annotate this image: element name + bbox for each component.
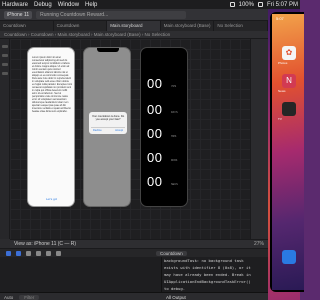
phone-notch bbox=[97, 48, 119, 52]
outline-item[interactable] bbox=[2, 63, 8, 66]
debug-bar: Countdown bbox=[0, 248, 268, 257]
counter-minutes: 00 MINS bbox=[147, 150, 187, 170]
jump-bar[interactable]: Countdown › Countdown › Main.storyboard … bbox=[0, 31, 268, 39]
macos-menu-bar: Hardware Debug Window Help 100% Fri 5:07… bbox=[0, 0, 300, 9]
variables-pane[interactable] bbox=[0, 257, 162, 292]
phone-notch bbox=[154, 48, 176, 52]
menu-clock[interactable]: Fri 5:07 PM bbox=[267, 2, 298, 8]
xcode-toolbar: iPhone 11 Running Countdown Reward... bbox=[0, 9, 268, 21]
counter-value: 00 bbox=[147, 150, 163, 165]
alert-buttons: Decline Accept bbox=[91, 127, 125, 132]
outline-item[interactable] bbox=[2, 72, 8, 75]
alert-decline-button[interactable]: Decline bbox=[93, 129, 102, 132]
scene-info-view[interactable]: Lorem ipsum dolor sit amet consectetur a… bbox=[27, 47, 75, 207]
battery-icon[interactable] bbox=[257, 2, 263, 7]
console-output-selector[interactable]: All Output bbox=[166, 295, 186, 300]
counter-unit: YRS bbox=[171, 85, 177, 88]
menu-debug[interactable]: Debug bbox=[34, 2, 52, 8]
debug-target-label[interactable]: Countdown bbox=[156, 250, 187, 256]
menu-extras: 100% Fri 5:07 PM bbox=[229, 0, 298, 9]
counter-days: 00 DAYS bbox=[147, 102, 187, 122]
scene-alert-view[interactable]: Your countdown is done. Do you accept yo… bbox=[83, 47, 131, 207]
counter-years: 00 YRS bbox=[147, 76, 187, 96]
step-out-icon[interactable] bbox=[56, 250, 61, 256]
counter-unit: HRS bbox=[171, 135, 177, 138]
breakpoints-icon[interactable] bbox=[16, 250, 21, 256]
menu-help[interactable]: Help bbox=[85, 2, 97, 8]
info-text-view: Lorem ipsum dolor sit amet consectetur a… bbox=[32, 56, 72, 113]
step-in-icon[interactable] bbox=[46, 250, 51, 256]
scheme-selector[interactable]: iPhone 11 bbox=[4, 10, 33, 19]
dock-app-icon[interactable] bbox=[282, 250, 296, 264]
scene-countdown-view[interactable]: 00 YRS 00 DAYS 00 HRS 00 MINS 00 SECS bbox=[140, 47, 188, 207]
editor-tab-bar: Countdown Countdown Main.storyboard Main… bbox=[0, 21, 268, 31]
alert-dialog: Your countdown is done. Do you accept yo… bbox=[89, 112, 127, 134]
tv-icon bbox=[282, 102, 296, 116]
app-label-news: News bbox=[278, 89, 286, 93]
document-outline-gutter bbox=[0, 39, 10, 239]
tab-main-storyboard[interactable]: Main.storyboard bbox=[107, 21, 161, 31]
tab-countdown-1[interactable]: Countdown bbox=[0, 21, 54, 31]
alert-accept-button[interactable]: Accept bbox=[115, 129, 123, 132]
variables-filter-input[interactable]: Filter bbox=[19, 294, 40, 300]
news-app-icon[interactable]: N bbox=[282, 74, 296, 88]
counter-unit: SECS bbox=[171, 183, 178, 186]
console-line: UIApplicationEndBackgroundTaskError() bbox=[164, 279, 251, 284]
photos-app-icon[interactable]: ✿ bbox=[282, 46, 296, 60]
device-config-button[interactable]: View as: iPhone 11 (C — R) bbox=[14, 241, 76, 247]
outline-item[interactable] bbox=[2, 54, 8, 57]
photos-flower-icon: ✿ bbox=[285, 48, 293, 57]
menu-window[interactable]: Window bbox=[58, 2, 79, 8]
debug-status-bar: Auto Filter All Output bbox=[0, 292, 268, 300]
battery-percent: 100% bbox=[238, 1, 254, 8]
app-label-tv: TV bbox=[278, 117, 282, 121]
canvas-bottom-bar: View as: iPhone 11 (C — R) 27% bbox=[10, 239, 268, 248]
wifi-icon[interactable] bbox=[229, 2, 235, 7]
info-link-button[interactable]: Let's go! bbox=[46, 197, 57, 201]
news-n-icon: N bbox=[286, 76, 292, 85]
counter-unit: DAYS bbox=[171, 111, 178, 114]
simulator-clock: 5:07 bbox=[276, 16, 284, 21]
console-pane[interactable]: backgroundTask: no background task exist… bbox=[162, 257, 268, 292]
menu-hardware[interactable]: Hardware bbox=[2, 2, 28, 8]
inspector-rail bbox=[250, 39, 268, 239]
tab-countdown-2[interactable]: Countdown bbox=[54, 21, 108, 31]
counter-value: 00 bbox=[147, 102, 163, 117]
counter-seconds: 00 SECS bbox=[147, 174, 187, 194]
console-line: to debug. bbox=[164, 286, 186, 291]
counter-value: 00 bbox=[147, 126, 163, 141]
activity-viewer: Running Countdown Reward... bbox=[36, 10, 187, 19]
toggle-debug-area-icon[interactable] bbox=[6, 250, 11, 256]
step-over-icon[interactable] bbox=[36, 250, 41, 256]
pause-icon[interactable] bbox=[26, 250, 31, 256]
counter-unit: MINS bbox=[171, 159, 178, 162]
simulator-device: 5:07 ✿ Photos N News TV bbox=[270, 12, 304, 292]
zoom-level[interactable]: 27% bbox=[254, 241, 264, 247]
counter-value: 00 bbox=[147, 76, 163, 91]
tv-app-icon[interactable] bbox=[282, 102, 296, 116]
counter-hours: 00 HRS bbox=[147, 126, 187, 146]
console-line: backgroundTask: no background task bbox=[164, 258, 244, 263]
xcode-window: iPhone 11 Running Countdown Reward... Co… bbox=[0, 9, 268, 300]
console-line: exists with identifier 8 (0x8), or it bbox=[164, 265, 251, 270]
app-label-photos: Photos bbox=[278, 61, 288, 65]
tab-no-selection[interactable]: No Selection bbox=[214, 21, 268, 31]
console-line: may have already been ended. Break in bbox=[164, 272, 251, 277]
outline-item[interactable] bbox=[2, 45, 8, 48]
simulator-home-screen: 5:07 ✿ Photos N News TV bbox=[272, 14, 304, 290]
alert-title: Your countdown is done. Do you accept yo… bbox=[91, 115, 125, 121]
tab-main-storyboard-base[interactable]: Main.storyboard (Base) bbox=[161, 21, 215, 31]
counter-value: 00 bbox=[147, 174, 163, 189]
auto-scope-selector[interactable]: Auto bbox=[4, 295, 13, 300]
